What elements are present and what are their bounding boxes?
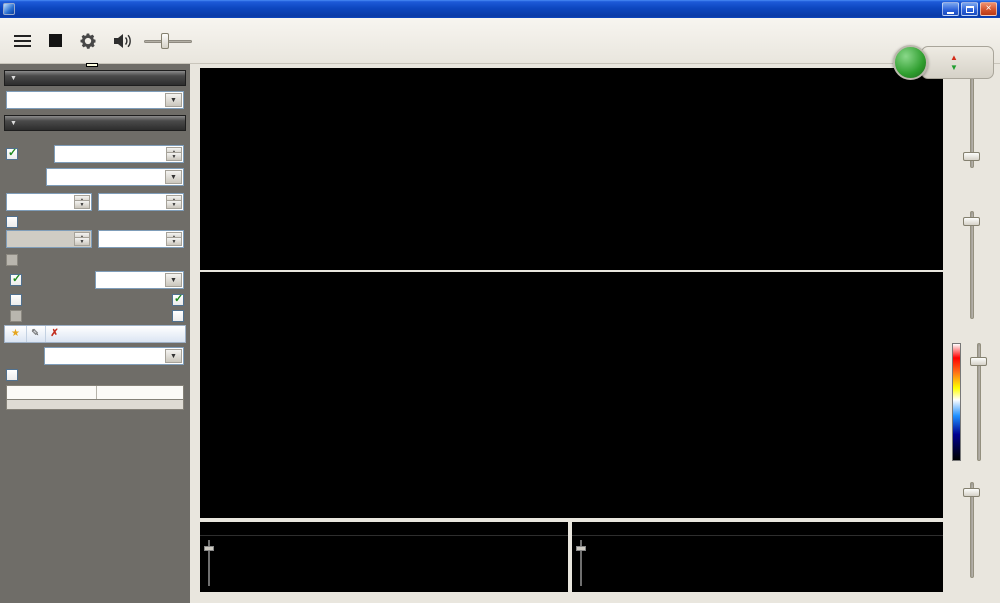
new-icon <box>11 329 20 339</box>
hamburger-icon <box>14 35 31 37</box>
volume-slider[interactable] <box>144 32 192 50</box>
audio-spectrum-canvas[interactable] <box>588 536 939 590</box>
audio-zoom-slider-handle[interactable] <box>576 546 586 551</box>
waterfall-panel <box>200 272 943 518</box>
fm-new-button[interactable] <box>7 326 27 342</box>
control-sidebar <box>0 64 190 603</box>
menu-button[interactable] <box>14 35 31 47</box>
download-arrow-icon: ▼ <box>950 63 958 72</box>
contrast-slider-handle[interactable] <box>963 217 980 226</box>
volume-slider-handle[interactable] <box>161 33 169 49</box>
contrast-slider[interactable] <box>963 211 980 319</box>
audio-spectrum-panel <box>572 522 943 592</box>
shift-checkbox[interactable] <box>6 148 18 160</box>
shift-input[interactable] <box>54 145 184 163</box>
close-button[interactable]: × <box>980 2 997 16</box>
snap-to-grid-checkbox[interactable] <box>10 274 22 286</box>
order-input[interactable] <box>98 193 184 211</box>
range-slider-handle[interactable] <box>970 357 987 366</box>
delete-icon <box>50 329 58 339</box>
maximize-icon <box>966 6 974 13</box>
configure-button[interactable] <box>78 31 98 51</box>
contrast-slider-track <box>970 211 974 319</box>
if-zoom-slider[interactable] <box>204 540 214 586</box>
squelch-input <box>6 230 92 248</box>
edit-icon <box>31 329 39 339</box>
title-bar: × <box>0 0 1000 18</box>
if-spectrum-canvas[interactable] <box>216 536 564 590</box>
offset-slider-handle[interactable] <box>963 488 980 497</box>
audio-zoom-slider[interactable] <box>576 540 586 586</box>
hamburger-icon <box>14 40 31 42</box>
if-zoom-slider-handle[interactable] <box>204 546 214 551</box>
configure-tooltip <box>86 63 98 67</box>
spectrum-panel <box>200 68 943 270</box>
toolbar <box>0 18 1000 64</box>
hamburger-icon <box>14 45 31 47</box>
bandwidth-input[interactable] <box>6 193 92 211</box>
source-device-select[interactable] <box>6 91 184 109</box>
fm-edit-button[interactable] <box>27 326 46 342</box>
stop-button[interactable] <box>49 34 62 47</box>
minimize-icon <box>947 12 954 14</box>
waterfall-canvas[interactable] <box>200 272 943 518</box>
app-icon <box>3 3 15 15</box>
fm-delete-button[interactable] <box>46 326 64 342</box>
correct-iq-checkbox[interactable] <box>172 294 184 306</box>
close-icon: × <box>986 4 992 14</box>
panel-header-radio[interactable] <box>4 115 186 131</box>
frequency-table <box>6 385 184 410</box>
network-rate-panel: ▲ ▼ <box>921 46 994 79</box>
gear-icon <box>78 31 98 51</box>
display-settings-bar <box>943 64 1000 603</box>
fm-stereo-checkbox <box>6 254 18 266</box>
frequency-table-header <box>6 385 184 400</box>
lock-carrier-checkbox[interactable] <box>10 294 22 306</box>
range-slider[interactable] <box>970 343 987 461</box>
squelch-checkbox[interactable] <box>6 216 18 228</box>
offset-slider[interactable] <box>963 482 980 578</box>
zoom-slider-handle[interactable] <box>963 152 980 161</box>
buffer-gauge <box>893 45 928 80</box>
column-header-name <box>7 386 97 399</box>
swap-iq-checkbox[interactable] <box>172 310 184 322</box>
upload-arrow-icon: ▲ <box>950 53 958 62</box>
if-spectrum-panel <box>200 522 568 592</box>
frequency-table-body <box>6 400 184 410</box>
spectrum-canvas[interactable] <box>200 68 943 270</box>
frequency-manager-toolbar <box>4 325 186 343</box>
cw-shift-input[interactable] <box>98 230 184 248</box>
waterfall-colormap-bar <box>952 343 961 461</box>
group-select[interactable] <box>44 347 184 365</box>
step-size-select[interactable] <box>95 271 184 289</box>
zoom-slider[interactable] <box>963 76 980 168</box>
filter-select[interactable] <box>46 168 184 186</box>
maximize-button[interactable] <box>961 2 978 16</box>
panel-header-source[interactable] <box>4 70 186 86</box>
anti-fading-checkbox <box>10 310 22 322</box>
minimize-button[interactable] <box>942 2 959 16</box>
mute-button[interactable] <box>112 32 134 50</box>
show-on-spectrum-checkbox[interactable] <box>6 369 18 381</box>
speaker-icon <box>112 32 134 50</box>
